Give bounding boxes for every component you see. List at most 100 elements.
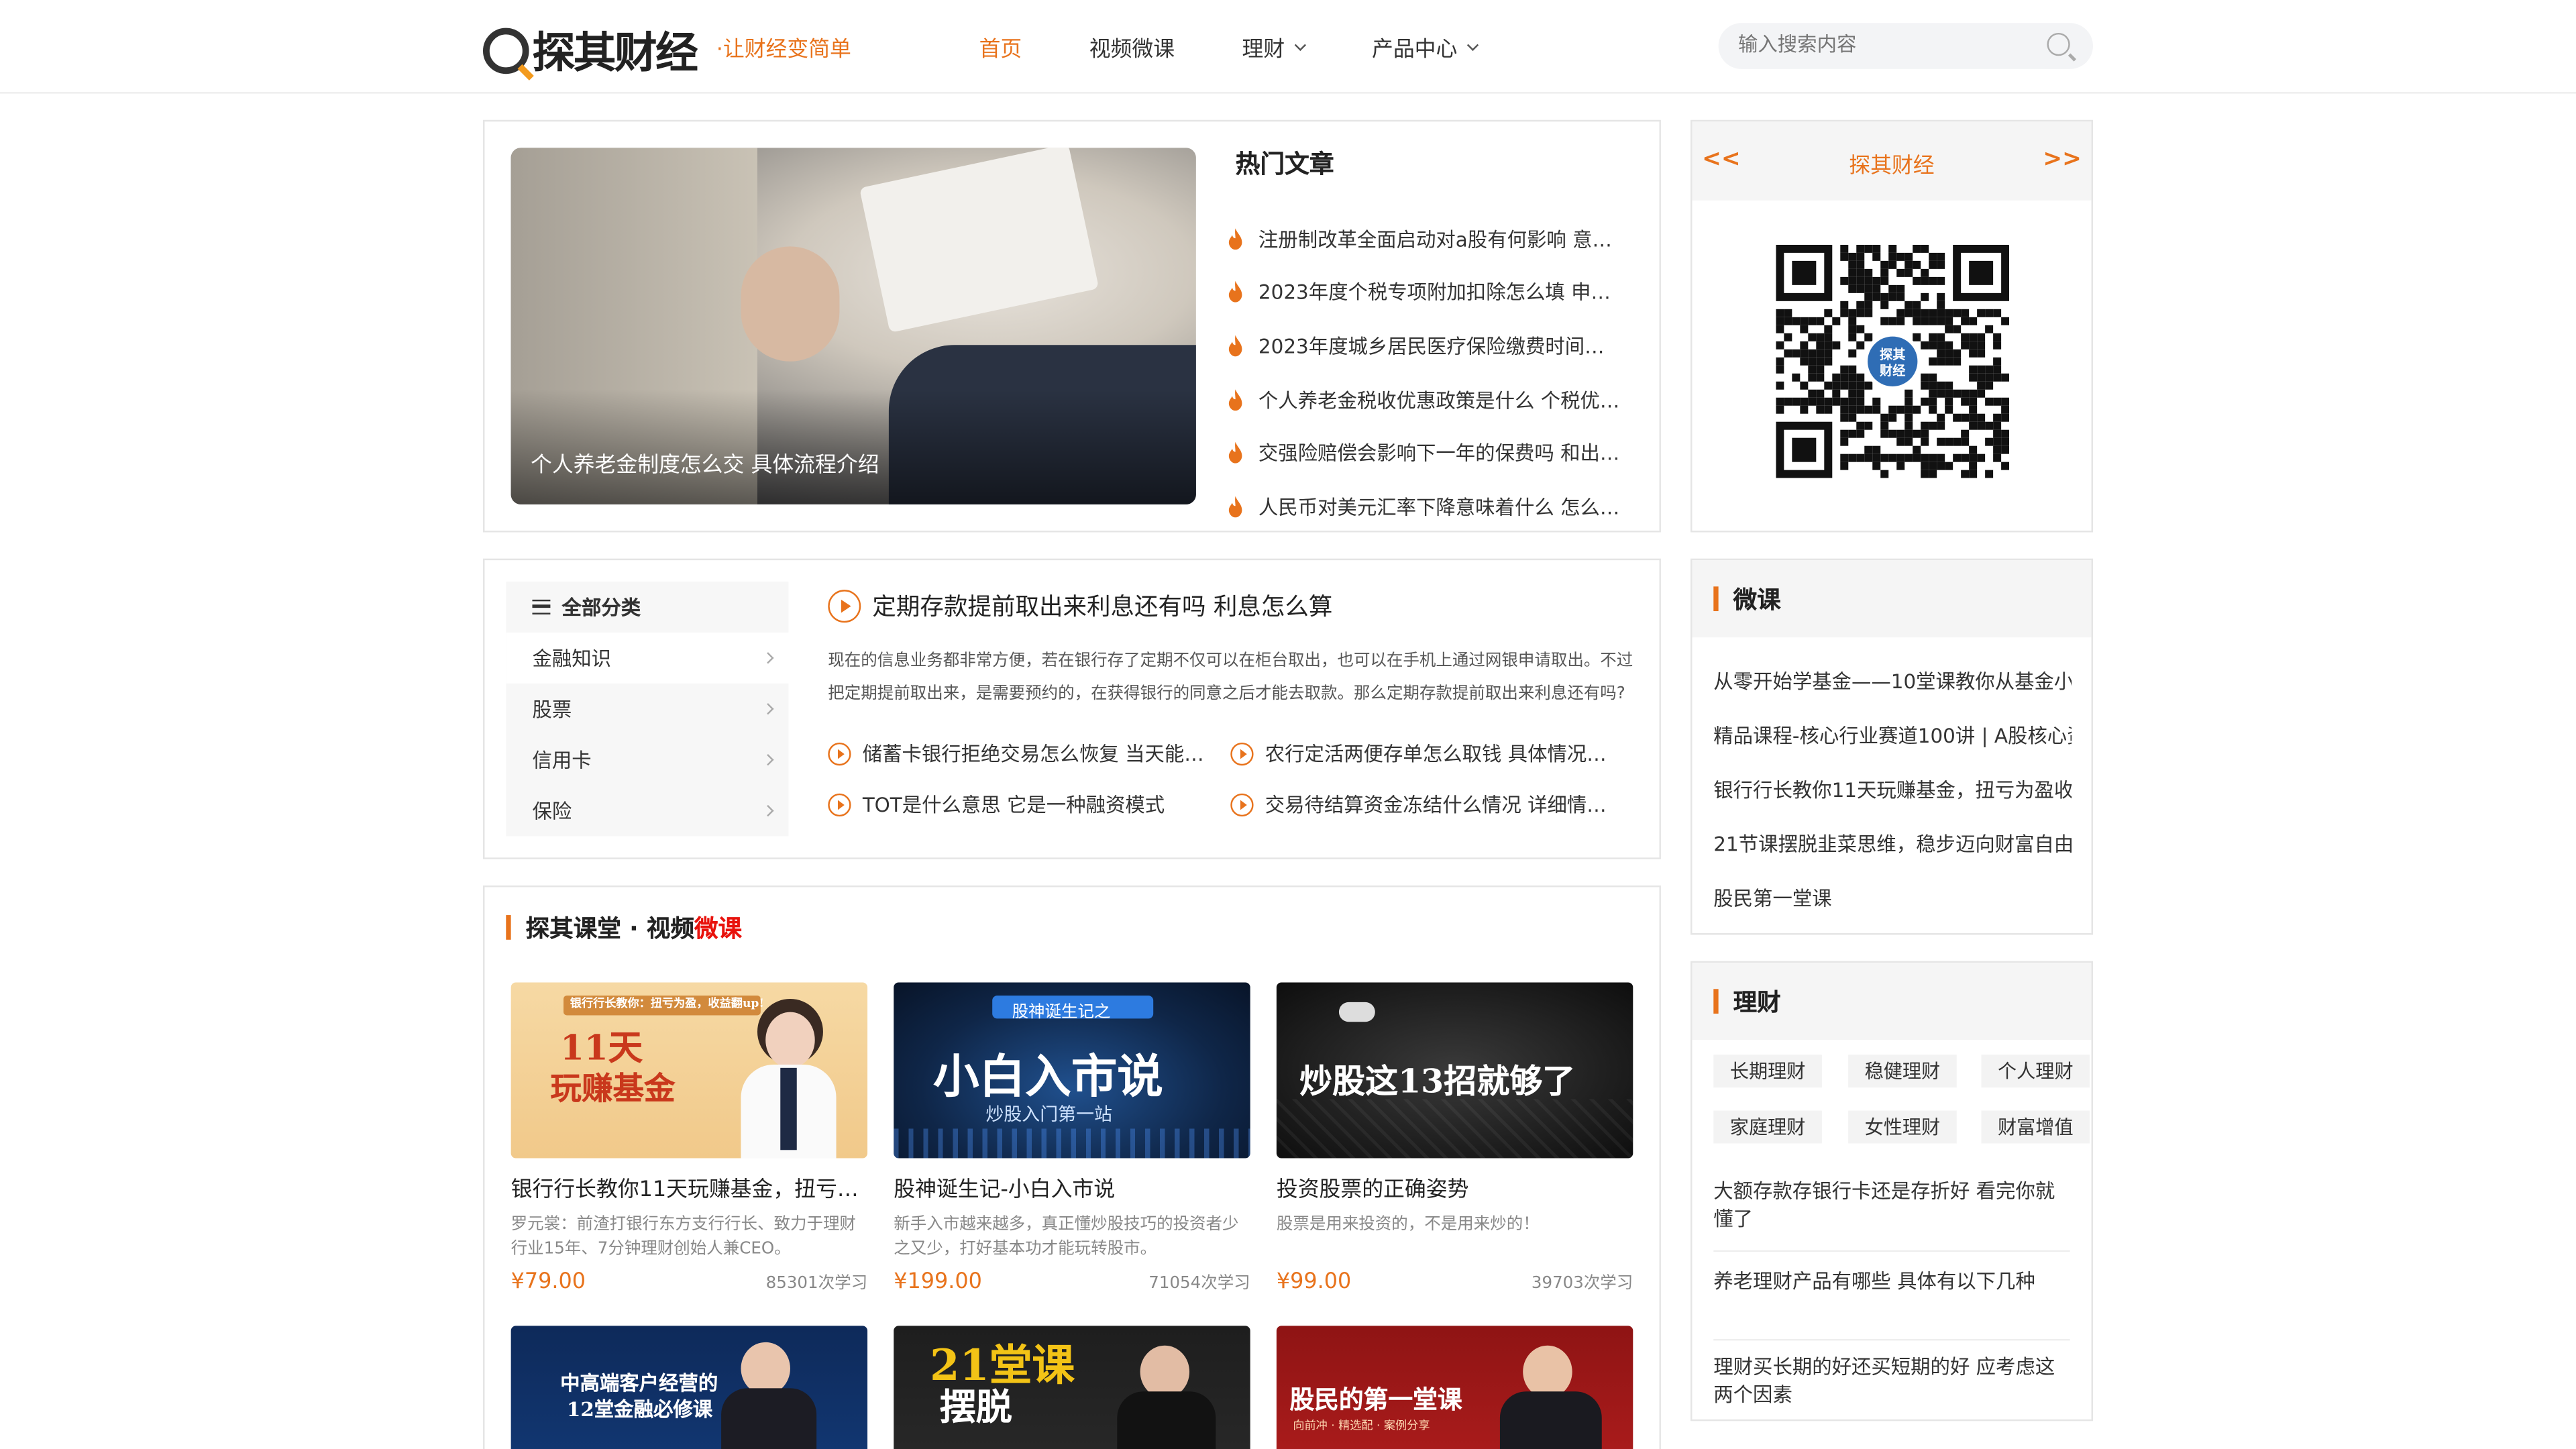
course-title[interactable]: 股神诞生记-小白入市说 bbox=[894, 1171, 1250, 1203]
weike-list-item[interactable]: 精品课程-核心行业赛道100讲 | A股核心资产 bbox=[1713, 708, 2072, 763]
nav-products[interactable]: 产品中心 bbox=[1372, 32, 1479, 63]
licai-tag[interactable]: 女性理财 bbox=[1848, 1110, 1957, 1144]
thumb-subtitle-text: 向前冲 · 精选配 · 案例分享 bbox=[1293, 1419, 1430, 1433]
flame-icon bbox=[1228, 281, 1242, 303]
weike-list-item[interactable]: 股民第一堂课 bbox=[1713, 871, 2072, 925]
play-icon bbox=[1230, 741, 1254, 765]
nav-products-label: 产品中心 bbox=[1372, 38, 1458, 63]
licai-article-item[interactable]: 理财买长期的好还买短期的好 应考虑这两个因素 bbox=[1713, 1340, 2070, 1426]
course-card[interactable]: 股民的第一堂课 向前冲 · 精选配 · 案例分享 bbox=[1276, 1326, 1633, 1449]
category-item-stocks[interactable]: 股票 bbox=[506, 684, 788, 735]
course-card[interactable]: 银行行长教你：扭亏为盈，收益翻up! 11天 玩赚基金 银行行长教你11天玩赚基… bbox=[511, 982, 868, 1295]
title-accent-bar bbox=[506, 915, 511, 940]
category-item-credit-card[interactable]: 信用卡 bbox=[506, 735, 788, 786]
article-item-text: TOT是什么意思 它是一种融资模式 bbox=[862, 793, 1165, 817]
weike-list-item[interactable]: 从零开始学基金——10堂课教你从基金小白到基金达人 bbox=[1713, 654, 2072, 708]
course-thumbnail[interactable]: 银行行长教你：扭亏为盈，收益翻up! 11天 玩赚基金 bbox=[511, 982, 868, 1159]
weike-list: 从零开始学基金——10堂课教你从基金小白到基金达人 精品课程-核心行业赛道100… bbox=[1713, 654, 2072, 925]
course-thumbnail[interactable]: 炒股这13招就够了 bbox=[1276, 982, 1633, 1159]
thumb-title-text: 炒股这13招就够了 bbox=[1299, 1061, 1576, 1101]
course-card[interactable]: 股神诞生记之 小白入市说 炒股入门第一站 股神诞生记-小白入市说 新手入市越来越… bbox=[894, 982, 1250, 1295]
search-icon[interactable] bbox=[2047, 32, 2070, 56]
play-icon bbox=[1230, 792, 1254, 816]
course-card[interactable]: 中高端客户经营的 12堂金融必修课 bbox=[511, 1326, 868, 1449]
course-thumbnail[interactable]: 21堂课 摆脱 bbox=[894, 1326, 1250, 1449]
course-desc: 罗元裳：前渣打银行东方支行行长、致力于理财行业15年、7分钟理财创始人兼CEO。 bbox=[511, 1216, 856, 1258]
category-item-label: 信用卡 bbox=[532, 749, 592, 773]
hot-article-item[interactable]: 人民币对美元汇率下降意味着什么 怎么理解 bbox=[1227, 480, 1638, 533]
hot-article-item[interactable]: 2023年度个税专项附加扣除怎么填 申请流程 bbox=[1227, 266, 1638, 319]
course-title[interactable]: 投资股票的正确姿势 bbox=[1277, 1171, 1633, 1203]
course-card[interactable]: 21堂课 摆脱 bbox=[894, 1326, 1250, 1449]
course-section-title-highlight: 微课 bbox=[694, 916, 742, 943]
hero-image[interactable]: 个人养老金制度怎么交 具体流程介绍 bbox=[511, 148, 1196, 504]
course-title[interactable]: 银行行长教你11天玩赚基金，扭亏为盈收益翻倍 bbox=[511, 1171, 867, 1203]
thumb-title-text: 玩赚基金 bbox=[550, 1071, 676, 1108]
hot-article-item[interactable]: 交强险赔偿会影响下一年的保费吗 和出险次数 bbox=[1227, 426, 1638, 480]
licai-tag[interactable]: 家庭理财 bbox=[1713, 1110, 1822, 1144]
article-item-text: 储蓄卡银行拒绝交易怎么恢复 当天能恢复吗 bbox=[862, 742, 1214, 766]
hot-article-item[interactable]: 2023年度城乡居民医疗保险缴费时间什么时候 bbox=[1227, 319, 1638, 373]
course-desc: 股票是用来投资的，不是用来炒的！ bbox=[1276, 1216, 1540, 1234]
thumb-title-text: 12堂金融必修课 bbox=[566, 1398, 713, 1421]
licai-article-item[interactable]: 养老理财产品有哪些 具体有以下几种 bbox=[1713, 1252, 2070, 1341]
hot-article-item[interactable]: 注册制改革全面启动对a股有何影响 意味着什么 bbox=[1227, 212, 1638, 266]
course-section-title-prefix: 探其课堂 · 视频 bbox=[525, 916, 694, 943]
licai-card-title: 理财 bbox=[1733, 990, 1781, 1017]
nav-home-label: 首页 bbox=[979, 38, 1022, 63]
course-learn-count: 39703次学习 bbox=[1531, 1275, 1633, 1293]
hero-section: 个人养老金制度怎么交 具体流程介绍 热门文章 注册制改革全面启动对a股有何影响 … bbox=[483, 119, 1661, 533]
menu-icon bbox=[532, 599, 551, 614]
flame-icon bbox=[1228, 335, 1242, 357]
course-thumbnail[interactable]: 股神诞生记之 小白入市说 炒股入门第一站 bbox=[894, 982, 1250, 1159]
chevron-right-icon bbox=[762, 753, 774, 766]
weike-card-header: 微课 bbox=[1692, 560, 2092, 638]
nav-home[interactable]: 首页 bbox=[979, 32, 1022, 63]
licai-tag[interactable]: 长期理财 bbox=[1713, 1055, 1822, 1088]
licai-tag[interactable]: 财富增值 bbox=[1981, 1110, 2090, 1144]
search-input[interactable] bbox=[1738, 32, 2018, 56]
category-item-finance[interactable]: 金融知识 bbox=[506, 632, 789, 684]
category-item-label: 保险 bbox=[532, 800, 572, 823]
title-accent-bar bbox=[1713, 989, 1719, 1014]
qr-code-image: 探其 财经 bbox=[1776, 244, 2010, 478]
category-menu-header: 全部分类 bbox=[506, 582, 788, 633]
weike-list-item[interactable]: 银行行长教你11天玩赚基金，扭亏为盈收益翻倍 bbox=[1713, 762, 2072, 816]
licai-tag[interactable]: 个人理财 bbox=[1981, 1055, 2090, 1088]
weike-list-item[interactable]: 21节课摆脱韭菜思维，稳步迈向财富自由之路 bbox=[1713, 816, 2072, 871]
thumb-banner-text: 银行行长教你：扭亏为盈，收益翻up! bbox=[570, 996, 764, 1011]
thumb-title-text: 小白入市说 bbox=[933, 1049, 1163, 1104]
hot-article-text: 交强险赔偿会影响下一年的保费吗 和出险次数 bbox=[1258, 442, 1623, 466]
featured-article-title[interactable]: 定期存款提前取出来利息还有吗 利息怎么算 bbox=[828, 588, 1332, 623]
course-thumbnail[interactable]: 股民的第一堂课 向前冲 · 精选配 · 案例分享 bbox=[1276, 1326, 1633, 1449]
hero-caption[interactable]: 个人养老金制度怎么交 具体流程介绍 bbox=[531, 447, 879, 478]
hot-article-text: 注册制改革全面启动对a股有何影响 意味着什么 bbox=[1258, 227, 1623, 252]
hot-article-text: 2023年度城乡居民医疗保险缴费时间什么时候 bbox=[1258, 335, 1623, 358]
weike-card-title: 微课 bbox=[1733, 588, 1781, 614]
nav-video-courses[interactable]: 视频微课 bbox=[1089, 32, 1175, 63]
course-thumbnail[interactable]: 中高端客户经营的 12堂金融必修课 bbox=[511, 1326, 868, 1449]
hot-article-item[interactable]: 个人养老金税收优惠政策是什么 个税优惠多少 bbox=[1227, 372, 1638, 426]
play-icon bbox=[828, 741, 851, 765]
thumb-banner-text: 股神诞生记之 bbox=[1012, 1004, 1111, 1022]
article-item[interactable]: 储蓄卡银行拒绝交易怎么恢复 当天能恢复吗 bbox=[828, 739, 1214, 767]
article-item[interactable]: 农行定活两便存单怎么取钱 具体情况如下 bbox=[1230, 739, 1617, 767]
article-item[interactable]: 交易待结算资金冻结什么情况 详细情况介绍 bbox=[1230, 790, 1617, 818]
course-meta: ¥79.00 85301次学习 bbox=[511, 1269, 867, 1295]
featured-article-desc: 现在的信息业务都非常方便，若在银行存了定期不仅可以在柜台取出，也可以在手机上通过… bbox=[828, 652, 1633, 704]
weike-card: 微课 从零开始学基金——10堂课教你从基金小白到基金达人 精品课程-核心行业赛道… bbox=[1690, 558, 2094, 935]
nav-licai[interactable]: 理财 bbox=[1242, 32, 1307, 62]
licai-card: 理财 长期理财 稳健理财 个人理财 家庭理财 女性理财 财富增值 大额存款存银行… bbox=[1690, 961, 2094, 1421]
site-logo[interactable]: 探其财经 bbox=[483, 19, 698, 80]
chevron-right-icon bbox=[762, 703, 774, 715]
hot-article-text: 个人养老金税收优惠政策是什么 个税优惠多少 bbox=[1258, 388, 1623, 412]
licai-tag[interactable]: 稳健理财 bbox=[1848, 1055, 1957, 1088]
licai-article-item[interactable]: 大额存款存银行卡还是存折好 看完你就懂了 bbox=[1713, 1165, 2070, 1252]
course-section: 探其课堂 · 视频 微课 银行行长教你：扭亏为盈，收益翻up! 11天 玩赚基金 … bbox=[483, 885, 1661, 1449]
course-card[interactable]: 炒股这13招就够了 投资股票的正确姿势 股票是用来投资的，不是用来炒的！ ¥99… bbox=[1276, 982, 1633, 1295]
course-price: ¥79.00 bbox=[511, 1270, 586, 1295]
nav-video-courses-label: 视频微课 bbox=[1089, 38, 1175, 63]
qr-next-button[interactable]: >> bbox=[2043, 146, 2081, 172]
category-item-insurance[interactable]: 保险 bbox=[506, 786, 788, 837]
article-item[interactable]: TOT是什么意思 它是一种融资模式 bbox=[828, 790, 1214, 818]
